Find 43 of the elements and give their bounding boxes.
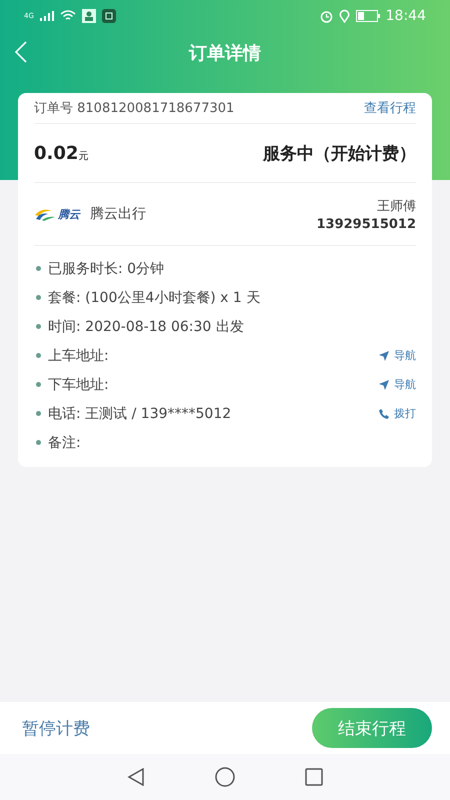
detail-text: 下车地址: bbox=[48, 376, 110, 394]
call-link[interactable]: 拨打 bbox=[379, 406, 416, 421]
back-icon[interactable] bbox=[14, 41, 28, 63]
end-trip-button[interactable]: 结束行程 bbox=[312, 708, 432, 748]
bullet-icon bbox=[36, 295, 41, 300]
bullet-icon bbox=[36, 411, 41, 416]
detail-text: 已服务时长: 0分钟 bbox=[48, 260, 166, 278]
navigate-link[interactable]: 导航 bbox=[379, 377, 416, 392]
navigation-arrow-icon bbox=[379, 380, 389, 390]
page-title: 订单详情 bbox=[189, 42, 261, 65]
signal-icon bbox=[40, 11, 54, 21]
service-status: 服务中（开始计费） bbox=[263, 142, 416, 164]
home-nav-icon[interactable] bbox=[215, 767, 235, 787]
company-logo: 腾云 bbox=[34, 206, 80, 222]
back-nav-icon[interactable] bbox=[127, 768, 145, 786]
detail-text: 电话: 王测试 / 139****5012 bbox=[48, 404, 232, 422]
company-name: 腾云出行 bbox=[90, 205, 146, 223]
detail-text: 时间: 2020-08-18 06:30 出发 bbox=[48, 318, 245, 336]
person-icon bbox=[82, 9, 96, 23]
bullet-icon bbox=[36, 266, 41, 271]
phone-icon bbox=[379, 408, 389, 418]
alarm-icon bbox=[320, 10, 333, 22]
bullet-icon bbox=[36, 324, 41, 329]
detail-text: 上车地址: bbox=[48, 346, 110, 364]
battery-icon bbox=[356, 10, 380, 22]
view-trip-link[interactable]: 查看行程 bbox=[364, 99, 416, 117]
bullet-icon bbox=[36, 440, 41, 445]
order-number: 订单号 8108120081718677301 bbox=[34, 100, 234, 117]
clock-time: 18:44 bbox=[386, 8, 426, 24]
pause-billing-button[interactable]: 暂停计费 bbox=[22, 716, 90, 740]
recents-nav-icon[interactable] bbox=[305, 768, 323, 786]
detail-text: 备注: bbox=[48, 434, 82, 452]
navigation-arrow-icon bbox=[379, 350, 389, 360]
app-icon bbox=[102, 9, 116, 23]
driver-name: 王师傅 bbox=[377, 198, 416, 214]
price-amount: 0.02元 bbox=[34, 142, 88, 164]
driver-phone: 13929515012 bbox=[316, 216, 416, 232]
wifi-icon bbox=[60, 10, 76, 22]
location-icon bbox=[338, 9, 350, 23]
navigate-link[interactable]: 导航 bbox=[379, 348, 416, 363]
bullet-icon bbox=[36, 353, 41, 358]
bullet-icon bbox=[36, 382, 41, 387]
detail-text: 套餐: (100公里4小时套餐) x 1 天 bbox=[48, 288, 262, 306]
